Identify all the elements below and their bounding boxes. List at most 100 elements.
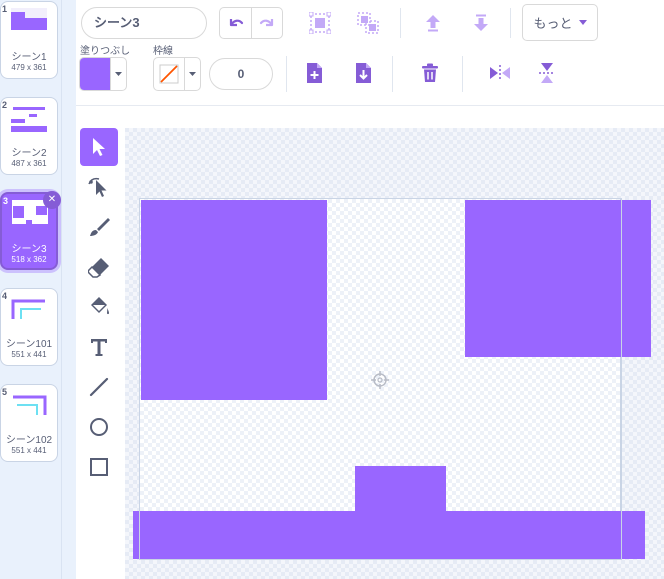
trash-icon xyxy=(422,63,438,82)
shape-left-block[interactable] xyxy=(141,200,327,400)
costume-item-2[interactable]: 2 シーン2 487 x 361 xyxy=(0,97,58,175)
costume-name: シーン1 xyxy=(11,52,47,63)
outline-label: 枠線 xyxy=(153,46,173,57)
shape-ground-bar[interactable] xyxy=(133,511,645,559)
costume-name: シーン3 xyxy=(11,244,47,255)
costume-size: 518 x 362 xyxy=(11,255,47,264)
undo-button[interactable] xyxy=(220,8,251,38)
arrow-cursor-icon xyxy=(93,138,105,156)
eraser-icon xyxy=(88,258,109,278)
flip-vertical-icon xyxy=(539,63,555,83)
redo-icon xyxy=(259,19,274,27)
reshape-icon xyxy=(88,177,107,197)
delete-button[interactable] xyxy=(415,58,445,88)
arrow-down-icon xyxy=(474,14,488,31)
costume-thumbnail xyxy=(11,107,47,132)
costume-size: 551 x 441 xyxy=(11,350,47,359)
costume-number: 1 xyxy=(2,4,8,14)
toolbar-divider xyxy=(462,56,463,92)
toolbar-divider xyxy=(510,8,511,38)
circle-icon xyxy=(90,418,108,436)
costume-thumbnail xyxy=(13,395,47,415)
costume-name: シーン101 xyxy=(5,339,53,350)
select-tool[interactable] xyxy=(80,128,118,166)
undo-icon xyxy=(229,19,243,27)
panel-divider xyxy=(61,0,76,579)
eraser-tool[interactable] xyxy=(80,248,118,286)
fill-dropdown[interactable] xyxy=(110,58,126,90)
costume-number: 2 xyxy=(2,100,8,110)
forward-button[interactable] xyxy=(418,8,448,38)
copy-button[interactable] xyxy=(299,58,329,88)
outline-width-input[interactable]: 0 xyxy=(209,58,273,90)
caret-down-icon xyxy=(189,71,196,76)
redo-button[interactable] xyxy=(251,8,282,38)
brush-icon xyxy=(90,218,110,236)
paint-editor: シーン3 もっと 塗りつぶし 枠線 0 xyxy=(76,0,664,579)
outline-color-picker[interactable] xyxy=(153,57,201,91)
costume-item-1[interactable]: 1 シーン1 479 x 361 xyxy=(0,1,58,79)
text-icon xyxy=(91,339,107,356)
fill-color-picker[interactable] xyxy=(79,57,127,91)
toolbar-separator xyxy=(76,105,664,106)
ungroup-button[interactable] xyxy=(353,8,383,38)
artboard-edge xyxy=(621,198,622,560)
arrow-up-icon xyxy=(426,15,440,32)
outline-dropdown[interactable] xyxy=(184,58,200,90)
costume-size: 487 x 361 xyxy=(11,159,47,168)
paste-icon xyxy=(356,63,371,83)
costume-list: 1 シーン1 479 x 361 2 シーン2 487 x 361 3 シーン3… xyxy=(0,0,61,579)
reshape-tool[interactable] xyxy=(80,168,118,206)
paint-bucket-icon xyxy=(91,297,109,315)
toolbar-divider xyxy=(400,8,401,38)
flip-horizontal-icon xyxy=(490,65,510,81)
paste-button[interactable] xyxy=(348,58,378,88)
toolbar-divider xyxy=(392,56,393,92)
text-tool[interactable] xyxy=(80,328,118,366)
brush-tool[interactable] xyxy=(80,208,118,246)
artboard-edge xyxy=(139,198,140,560)
line-tool[interactable] xyxy=(80,368,118,406)
fill-swatch xyxy=(80,58,110,90)
flip-vertical-button[interactable] xyxy=(532,58,562,88)
costume-number: 5 xyxy=(2,387,8,397)
outline-swatch xyxy=(154,58,184,90)
fill-tool[interactable] xyxy=(80,288,118,326)
shape-right-block[interactable] xyxy=(465,200,651,357)
costume-number: 4 xyxy=(2,291,8,301)
ungroup-icon xyxy=(357,12,379,34)
canvas-area[interactable] xyxy=(125,128,664,579)
close-icon: ✕ xyxy=(47,194,57,205)
caret-down-icon xyxy=(578,19,587,25)
rectangle-tool[interactable] xyxy=(80,448,118,486)
costume-number: 3 xyxy=(3,196,9,206)
group-icon xyxy=(309,12,331,34)
toolbar-divider xyxy=(286,56,287,92)
costume-item-4[interactable]: 4 シーン101 551 x 441 xyxy=(0,288,58,366)
costume-size: 479 x 361 xyxy=(11,63,47,72)
copy-icon xyxy=(307,63,322,83)
delete-costume-button[interactable]: ✕ xyxy=(43,191,61,209)
flip-horizontal-button[interactable] xyxy=(485,58,515,88)
costume-name: シーン2 xyxy=(11,148,47,159)
caret-down-icon xyxy=(115,71,122,76)
more-label: もっと xyxy=(533,16,573,31)
shape-center-step[interactable] xyxy=(355,466,446,512)
costume-thumbnail xyxy=(11,299,45,319)
crosshair-icon xyxy=(371,371,389,389)
group-button[interactable] xyxy=(305,8,335,38)
circle-tool[interactable] xyxy=(80,408,118,446)
no-color-icon xyxy=(159,64,179,84)
line-icon xyxy=(89,377,109,397)
undo-redo-group xyxy=(219,7,283,39)
costume-thumbnail xyxy=(12,200,48,228)
costume-size: 551 x 441 xyxy=(11,446,47,455)
costume-name-input[interactable]: シーン3 xyxy=(81,7,207,39)
more-button[interactable]: もっと xyxy=(522,4,598,41)
costume-name: シーン102 xyxy=(5,435,53,446)
costume-thumbnail xyxy=(11,8,47,30)
rectangle-icon xyxy=(90,458,108,476)
costume-item-5[interactable]: 5 シーン102 551 x 441 xyxy=(0,384,58,462)
fill-label: 塗りつぶし xyxy=(80,46,131,57)
backward-button[interactable] xyxy=(466,8,496,38)
